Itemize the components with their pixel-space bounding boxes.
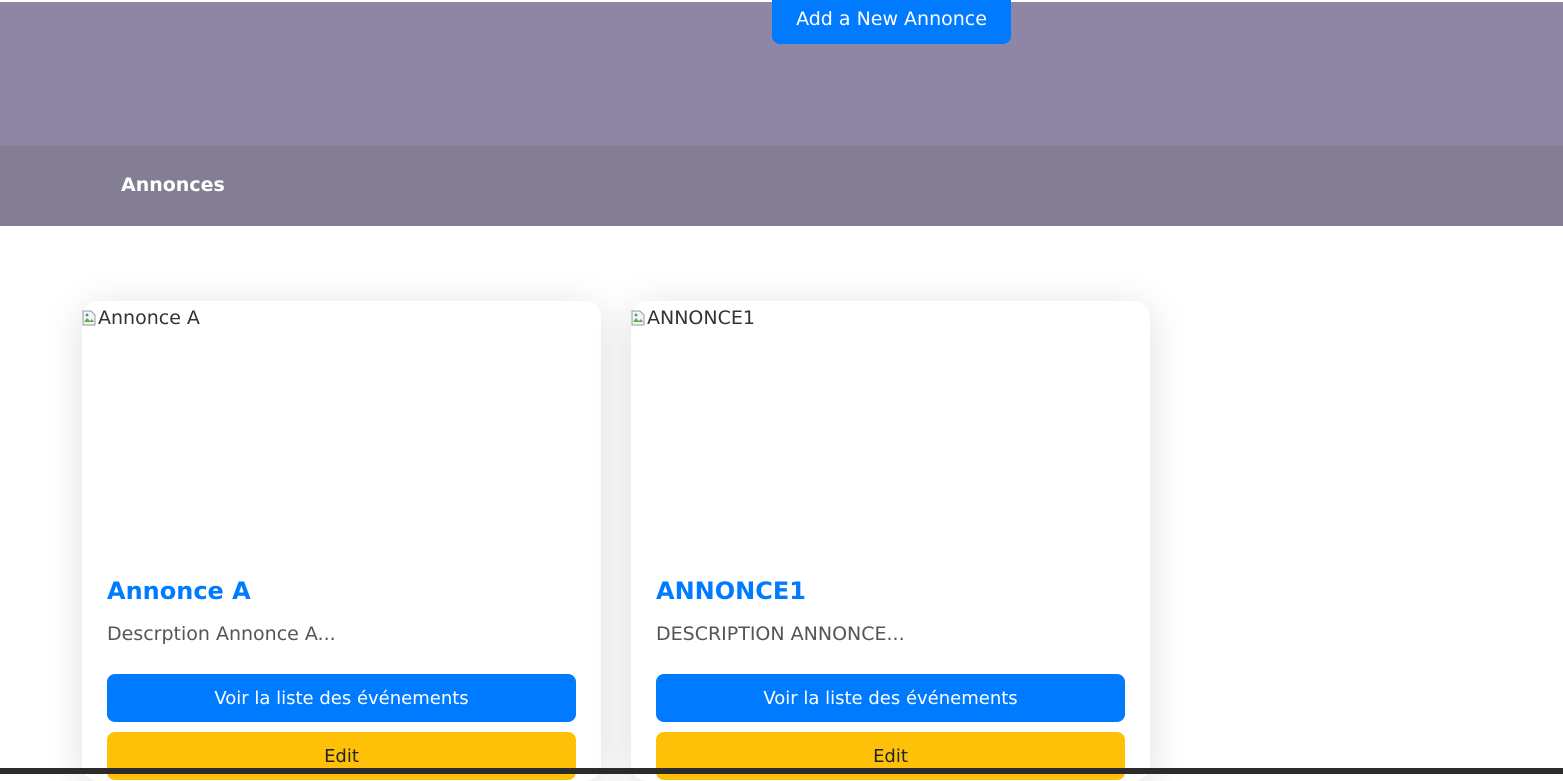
annonce-card: ANNONCE1 ANNONCE1 DESCRIPTION ANNONCE...… bbox=[631, 301, 1150, 781]
annonce-image: Annonce A bbox=[82, 307, 200, 329]
annonce-image: ANNONCE1 bbox=[631, 307, 755, 329]
annonce-title: ANNONCE1 bbox=[656, 577, 806, 605]
image-alt-text: ANNONCE1 bbox=[647, 307, 755, 329]
section-bar bbox=[0, 146, 1563, 226]
annonce-description: Descrption Annonce A... bbox=[107, 623, 336, 645]
annonce-description: DESCRIPTION ANNONCE... bbox=[656, 623, 905, 645]
broken-image-icon bbox=[631, 310, 645, 326]
view-events-button[interactable]: Voir la liste des événements bbox=[107, 674, 576, 722]
image-alt-text: Annonce A bbox=[98, 307, 200, 329]
broken-image-icon bbox=[82, 310, 96, 326]
annonce-title: Annonce A bbox=[107, 577, 251, 605]
add-annonce-button[interactable]: Add a New Annonce bbox=[772, 0, 1011, 44]
window-bottom-edge bbox=[0, 768, 1563, 774]
view-events-button[interactable]: Voir la liste des événements bbox=[656, 674, 1125, 722]
section-title: Annonces bbox=[121, 174, 225, 196]
annonce-card: Annonce A Annonce A Descrption Annonce A… bbox=[82, 301, 601, 781]
